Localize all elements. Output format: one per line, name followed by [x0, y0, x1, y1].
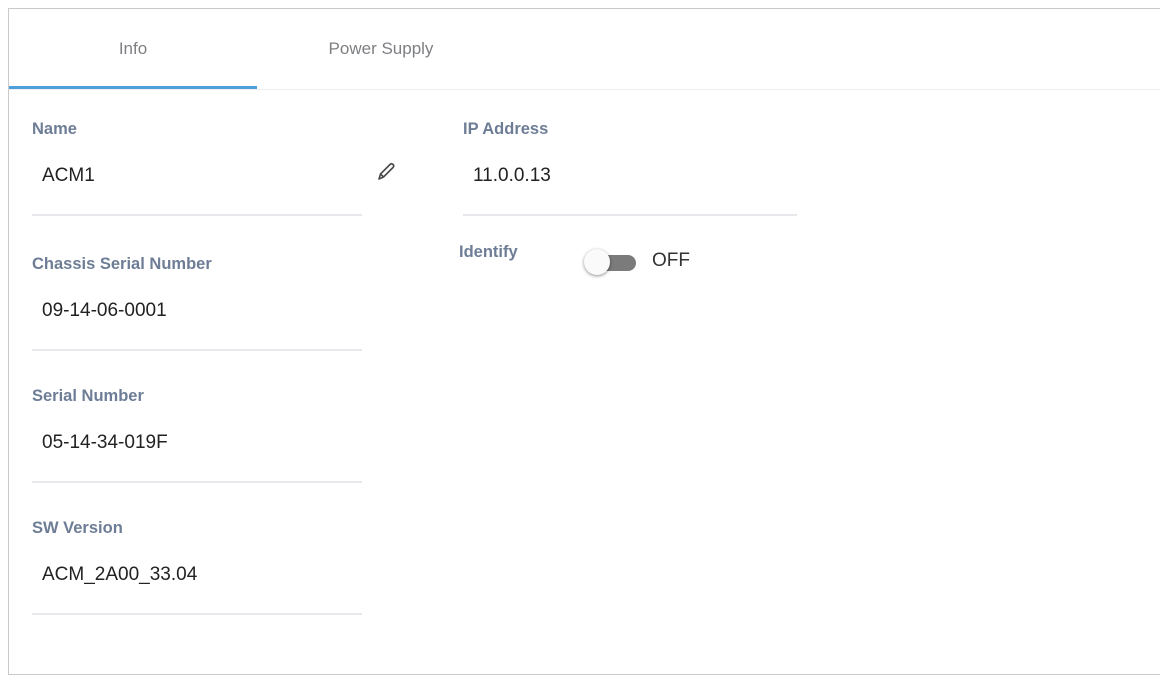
identify-toggle[interactable]	[584, 247, 640, 277]
tab-info[interactable]: Info	[9, 9, 257, 89]
sw-version-value: ACM_2A00_33.04	[42, 564, 198, 585]
ip-address-value: 11.0.0.13	[473, 165, 551, 186]
identify-label: Identify	[459, 243, 518, 261]
sw-version-field: SW Version ACM_2A00_33.04	[32, 519, 372, 619]
chassis-serial-number-label: Chassis Serial Number	[32, 255, 212, 273]
chassis-serial-number-field: Chassis Serial Number 09-14-06-0001	[32, 255, 372, 355]
ip-address-underline	[463, 214, 797, 216]
name-value: ACM1	[42, 165, 95, 186]
active-tab-indicator	[9, 86, 257, 89]
name-field: Name ACM1	[32, 120, 372, 220]
toggle-knob	[584, 249, 610, 275]
serial-number-field: Serial Number 05-14-34-019F	[32, 387, 372, 487]
identify-state: OFF	[652, 250, 690, 271]
name-underline	[32, 214, 362, 216]
chassis-serial-number-value: 09-14-06-0001	[42, 300, 167, 321]
serial-number-label: Serial Number	[32, 387, 144, 405]
ip-address-label: IP Address	[463, 120, 549, 138]
tab-bar: Info Power Supply	[9, 9, 1160, 90]
serial-number-value: 05-14-34-019F	[42, 432, 168, 453]
sw-version-label: SW Version	[32, 519, 123, 537]
sw-version-underline	[32, 613, 362, 615]
pencil-icon[interactable]	[373, 159, 399, 185]
tab-power-supply[interactable]: Power Supply	[257, 9, 505, 89]
device-info-panel: Info Power Supply Name ACM1 Chassis Seri…	[8, 8, 1160, 675]
chassis-serial-number-underline	[32, 349, 362, 351]
name-label: Name	[32, 120, 77, 138]
ip-address-field: IP Address 11.0.0.13	[463, 120, 803, 220]
serial-number-underline	[32, 481, 362, 483]
